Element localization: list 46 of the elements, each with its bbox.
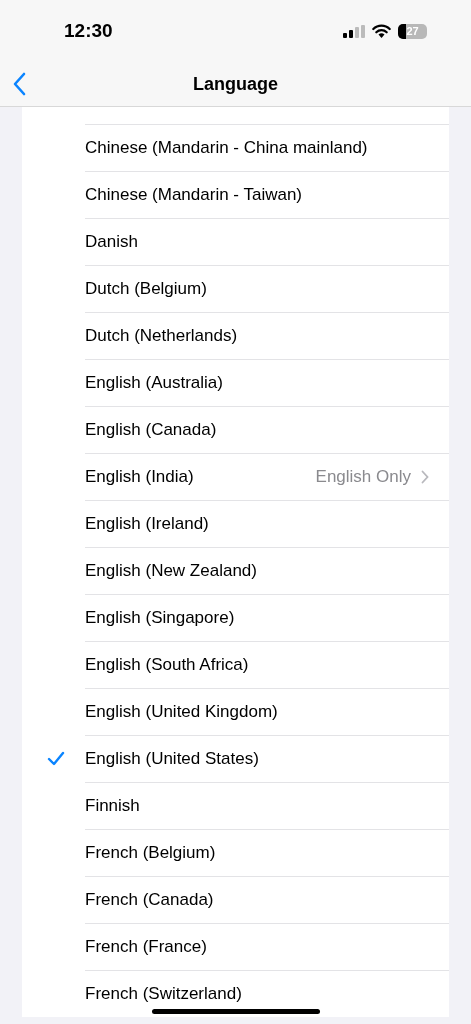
language-row[interactable]: Dutch (Netherlands) (22, 312, 449, 359)
language-name: French (Canada) (85, 889, 214, 910)
language-name: Chinese (Mandarin - China mainland) (85, 137, 368, 158)
language-row[interactable]: English (South Africa) (22, 641, 449, 688)
language-row[interactable]: Danish (22, 218, 449, 265)
language-name: Dutch (Belgium) (85, 278, 207, 299)
language-row[interactable]: English (New Zealand) (22, 547, 449, 594)
language-row[interactable]: French (Canada) (22, 876, 449, 923)
signal-icon (343, 24, 365, 38)
language-name: French (France) (85, 936, 207, 957)
language-detail: English Only (315, 466, 411, 487)
screen-title: Language (193, 73, 278, 95)
language-name: English (New Zealand) (85, 560, 257, 581)
language-name: Dutch (Netherlands) (85, 325, 238, 346)
language-name: English (Ireland) (85, 513, 209, 534)
language-name: English (United States) (85, 748, 259, 769)
language-row[interactable]: Finnish (22, 782, 449, 829)
wifi-icon (372, 24, 391, 38)
language-row[interactable]: English (Singapore) (22, 594, 449, 641)
language-name: Chinese (Mandarin - Taiwan) (85, 184, 302, 205)
language-row[interactable]: French (Switzerland) (22, 970, 449, 1017)
language-row[interactable]: English (Canada) (22, 406, 449, 453)
language-row[interactable]: Chinese (Mandarin - Taiwan) (22, 171, 449, 218)
language-row[interactable]: English (United States) (22, 735, 449, 782)
language-name: English (South Africa) (85, 654, 249, 675)
language-row[interactable]: English (Ireland) (22, 500, 449, 547)
language-name: English (Canada) (85, 419, 217, 440)
language-row[interactable]: Dutch (Belgium) (22, 265, 449, 312)
status-time: 12:30 (64, 20, 113, 42)
language-name: English (United Kingdom) (85, 701, 278, 722)
language-name: English (Singapore) (85, 607, 235, 628)
back-icon (12, 72, 26, 96)
language-name: English (Australia) (85, 372, 223, 393)
language-row[interactable]: English (India) English Only (22, 453, 449, 500)
language-name: French (Belgium) (85, 842, 216, 863)
chevron-icon (421, 469, 429, 484)
language-row[interactable]: English (Australia) (22, 359, 449, 406)
language-row[interactable]: French (Belgium) (22, 829, 449, 876)
language-name: French (Switzerland) (85, 983, 242, 1004)
language-row[interactable]: French (France) (22, 923, 449, 970)
language-name: Danish (85, 231, 138, 252)
battery-icon: 27 (398, 23, 427, 39)
language-name: English (India) (85, 466, 194, 487)
language-row[interactable]: English (United Kingdom) (22, 688, 449, 735)
language-name: Finnish (85, 795, 140, 816)
language-row[interactable]: Chinese (Mandarin - China mainland) (22, 124, 449, 171)
